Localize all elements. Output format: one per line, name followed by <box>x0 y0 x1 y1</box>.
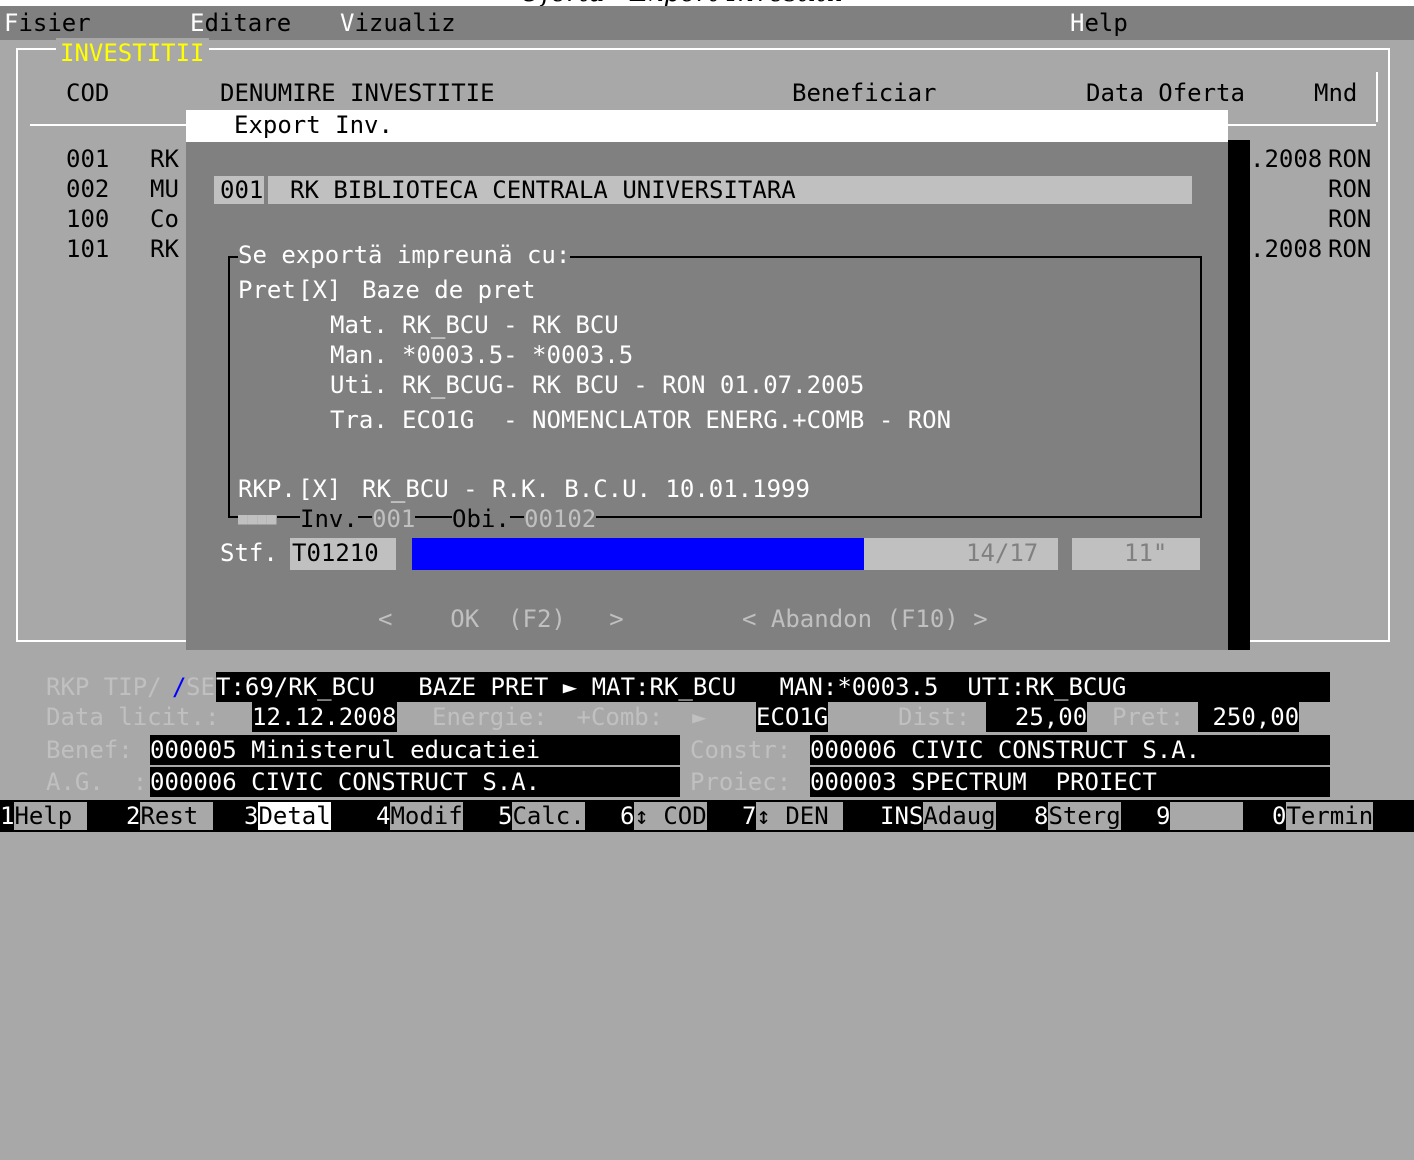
proiec-label: Proiec: <box>690 768 792 796</box>
row-cod: 101 <box>66 235 110 263</box>
column-header-beneficiar[interactable]: Beneficiar <box>792 78 937 108</box>
row-mnd: RON <box>1328 145 1372 173</box>
row-data-oferta: .2008 <box>1250 235 1323 263</box>
investment-code: 001 <box>220 176 264 204</box>
tra-label: Tra. <box>330 406 388 434</box>
column-header-cod[interactable]: COD <box>66 78 109 108</box>
stf-value: T01210 <box>292 539 379 567</box>
rkp-tip-se: SE <box>186 673 215 701</box>
row-mnd: RON <box>1328 175 1372 203</box>
header-divider <box>1376 72 1378 122</box>
column-header-data-oferta[interactable]: Data Oferta <box>1086 78 1245 108</box>
progress-bar-fill <box>412 538 864 570</box>
ok-button[interactable]: < OK (F2) > <box>378 604 624 634</box>
rkp-label: RKP. <box>238 475 296 503</box>
menu-help[interactable]: Help <box>1070 8 1128 38</box>
man-label: Man. <box>330 341 388 369</box>
dist-value: 25,00 <box>986 702 1088 732</box>
investment-name: RK BIBLIOTECA CENTRALA UNIVERSITARA <box>290 176 796 204</box>
row-mnd: RON <box>1328 205 1372 233</box>
tra-value: ECO1G - NOMENCLATOR ENERG.+COMB - RON <box>402 406 952 434</box>
constr-label: Constr: <box>690 736 792 764</box>
fkey-modif[interactable]: 4Modif <box>376 800 463 832</box>
row-cod: 001 <box>66 145 110 173</box>
uti-label: Uti. <box>330 371 388 399</box>
obi-label: Obi. <box>452 504 510 534</box>
function-key-bar: 1Help 2Rest 3Detal 4Modif 5Calc. 6↕ COD … <box>0 800 1414 832</box>
uti-value: RK_BCUG- RK BCU - RON 01.07.2005 <box>402 371 865 399</box>
mat-label: Mat. <box>330 311 388 339</box>
energie-value: ECO1G <box>756 702 829 732</box>
inv-label: Inv. <box>300 504 358 534</box>
progress-blocks: ■■■■ <box>238 504 277 534</box>
rkp-checkbox[interactable]: [X] <box>298 474 341 504</box>
benef-value: 000005 Ministerul educatiei <box>150 735 680 765</box>
data-licit-value: 12.12.2008 <box>252 702 397 732</box>
pret-status-label: Pret: <box>1112 703 1185 731</box>
pret-checkbox[interactable]: [X] <box>298 275 341 305</box>
row-denumire: RK <box>150 145 179 173</box>
row-denumire: Co <box>150 205 179 233</box>
row-cod: 002 <box>66 175 110 203</box>
energie-label: Energie: +Comb: ► <box>432 703 707 731</box>
benef-label: Benef: <box>46 736 133 764</box>
menu-fisier[interactable]: Fisier <box>4 8 91 38</box>
menu-vizualiz[interactable]: Vizualiz <box>340 8 456 38</box>
fkey-sort-cod[interactable]: 6↕ COD <box>620 800 707 832</box>
fkey-help[interactable]: 1Help <box>0 800 87 832</box>
constr-value: 000006 CIVIC CONSTRUCT S.A. <box>810 735 1330 765</box>
fkey-sort-den[interactable]: 7↕ DEN <box>742 800 844 832</box>
fkey-rest[interactable]: 2Rest <box>126 800 213 832</box>
fkey-detal[interactable]: 3Detal <box>244 800 331 832</box>
rkp-tip-value: T:69/RK_BCU BAZE PRET ► MAT:RK_BCU MAN:*… <box>216 672 1330 702</box>
row-denumire: RK <box>150 235 179 263</box>
column-header-denumire[interactable]: DENUMIRE INVESTITIE <box>220 78 495 108</box>
row-denumire: MU <box>150 175 179 203</box>
row-cod: 100 <box>66 205 110 233</box>
obi-counter: 00102 <box>524 504 597 534</box>
cancel-button[interactable]: < Abandon (F10) > <box>742 604 988 634</box>
rkp-value: RK_BCU - R.K. B.C.U. 10.01.1999 <box>362 475 810 503</box>
investitii-frame-title: INVESTITII <box>56 38 209 68</box>
menu-bar: Fisier Editare Vizualiz Help <box>0 6 1414 40</box>
row-mnd: RON <box>1328 235 1372 263</box>
fkey-termin[interactable]: 0Termin <box>1272 800 1374 832</box>
fkey-9[interactable]: 9 <box>1156 800 1243 832</box>
pret-text: Baze de pret <box>362 276 536 304</box>
proiec-value: 000003 SPECTRUM PROIECT <box>810 767 1330 797</box>
rkp-tip-slash: / <box>172 673 187 701</box>
inv-counter: 001 <box>372 504 416 534</box>
stf-label: Stf. <box>220 539 278 567</box>
ag-label: A.G. : <box>46 768 148 796</box>
menu-editare[interactable]: Editare <box>190 8 291 38</box>
pret-label: Pret <box>238 276 296 304</box>
fkey-calc[interactable]: 5Calc. <box>498 800 585 832</box>
dialog-shadow <box>1228 140 1250 650</box>
ag-value: 000006 CIVIC CONSTRUCT S.A. <box>150 767 680 797</box>
mat-value: RK_BCU - RK BCU <box>402 311 619 339</box>
elapsed-time: 11" <box>1124 539 1168 567</box>
man-value: *0003.5- *0003.5 <box>402 341 634 369</box>
fkey-adaug[interactable]: INSAdaug <box>880 800 996 832</box>
dialog-title: Export Inv. <box>234 111 393 139</box>
data-licit-label: Data licit.: <box>46 703 220 731</box>
column-header-mnd[interactable]: Mnd <box>1314 78 1357 108</box>
group-title: Se exportä impreunä cu: <box>238 240 571 270</box>
rkp-tip-label: RKP TIP/ <box>46 673 162 701</box>
progress-count: 14/17 <box>966 539 1039 567</box>
fkey-sterg[interactable]: 8Sterg <box>1034 800 1121 832</box>
pret-status-value: 250,00 <box>1198 702 1300 732</box>
row-data-oferta: .2008 <box>1250 145 1323 173</box>
dist-label: Dist: <box>898 703 971 731</box>
